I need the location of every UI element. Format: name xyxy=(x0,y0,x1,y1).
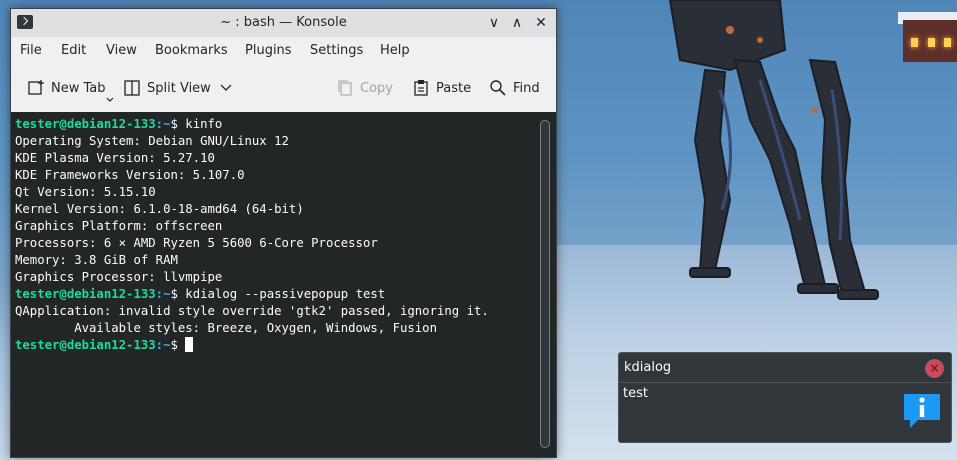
menu-file[interactable]: File xyxy=(20,43,42,58)
menu-settings[interactable]: Settings xyxy=(310,43,363,58)
copy-button[interactable]: Copy xyxy=(336,79,393,97)
prompt-user: tester@debian12-133 xyxy=(15,338,156,352)
window-title: ~ : bash — Konsole xyxy=(220,15,347,30)
split-view-button[interactable]: Split View xyxy=(123,79,239,97)
new-tab-label: New Tab xyxy=(51,80,106,96)
minimize-button[interactable]: ∨ xyxy=(485,14,503,32)
prompt-symbol: $ xyxy=(170,338,186,352)
prompt-symbol: $ xyxy=(170,117,186,131)
window-titlebar[interactable]: ~ : bash — Konsole ∨ ∧ ✕ xyxy=(11,9,556,37)
paste-button[interactable]: Paste xyxy=(412,79,471,97)
search-icon xyxy=(490,80,506,96)
menu-help[interactable]: Help xyxy=(380,43,410,58)
kdialog-popup[interactable]: kdialog × test xyxy=(618,352,952,443)
command-text: kinfo xyxy=(185,117,223,131)
wallpaper-robot xyxy=(668,0,879,300)
new-tab-icon xyxy=(28,80,44,95)
paste-label: Paste xyxy=(436,80,472,96)
information-icon xyxy=(904,394,940,428)
prompt-path: :~ xyxy=(155,338,171,352)
terminal-line: tester@debian12-133:~$ kdialog --passive… xyxy=(15,286,489,303)
chevron-down-icon xyxy=(106,97,114,102)
menu-plugins[interactable]: Plugins xyxy=(245,43,292,58)
terminal-line: Available styles: Breeze, Oxygen, Window… xyxy=(15,321,437,335)
terminal-line: KDE Frameworks Version: 5.107.0 xyxy=(15,168,245,182)
close-button[interactable]: ✕ xyxy=(532,14,550,32)
terminal-line: Graphics Processor: llvmpipe xyxy=(15,270,223,284)
maximize-button[interactable]: ∧ xyxy=(508,14,526,32)
prompt-user: tester@debian12-133 xyxy=(15,117,156,131)
terminal-line: QApplication: invalid style override 'gt… xyxy=(15,304,489,318)
menu-bookmarks[interactable]: Bookmarks xyxy=(155,43,228,58)
wallpaper-window-light xyxy=(944,38,951,47)
popup-divider xyxy=(619,382,951,383)
menu-bar: File Edit View Bookmarks Plugins Setting… xyxy=(11,41,556,63)
popup-title: kdialog xyxy=(624,360,672,375)
terminal-output: tester@debian12-133:~$ kinfo Operating Sy… xyxy=(15,116,489,354)
new-tab-button[interactable]: New Tab xyxy=(27,79,114,102)
prompt-path: :~ xyxy=(155,287,171,301)
split-view-label: Split View xyxy=(147,80,211,96)
terminal-line: Graphics Platform: offscreen xyxy=(15,219,223,233)
popup-message: test xyxy=(623,386,648,401)
terminal-line: Kernel Version: 6.1.0-18-amd64 (64-bit) xyxy=(15,202,304,216)
terminal-line: Qt Version: 5.15.10 xyxy=(15,185,156,199)
menu-view[interactable]: View xyxy=(106,43,137,58)
find-label: Find xyxy=(513,80,540,96)
copy-label: Copy xyxy=(360,80,393,96)
prompt-symbol: $ xyxy=(170,287,186,301)
terminal-line: Processors: 6 × AMD Ryzen 5 5600 6-Core … xyxy=(15,236,378,250)
paste-icon xyxy=(414,80,428,96)
terminal-line: Operating System: Debian GNU/Linux 12 xyxy=(15,134,289,148)
main-toolbar: New Tab Split View Copy Paste Find xyxy=(11,75,556,105)
find-button[interactable]: Find xyxy=(489,79,540,97)
terminal-scrollbar-thumb[interactable] xyxy=(540,120,550,448)
chevron-down-icon[interactable] xyxy=(219,83,233,93)
menu-edit[interactable]: Edit xyxy=(61,43,86,58)
prompt-path: :~ xyxy=(155,117,171,131)
prompt-user: tester@debian12-133 xyxy=(15,287,156,301)
terminal-line: Memory: 3.8 GiB of RAM xyxy=(15,253,178,267)
split-view-icon xyxy=(124,80,140,96)
text-cursor xyxy=(185,337,194,352)
konsole-window: ~ : bash — Konsole ∨ ∧ ✕ File Edit View … xyxy=(10,8,557,458)
command-text: kdialog --passivepopup test xyxy=(185,287,386,301)
terminal-line: tester@debian12-133:~$ xyxy=(15,337,489,354)
terminal-line: KDE Plasma Version: 5.27.10 xyxy=(15,151,215,165)
close-icon[interactable]: × xyxy=(925,359,944,378)
terminal-line: tester@debian12-133:~$ kinfo xyxy=(15,116,489,133)
copy-icon xyxy=(338,80,352,96)
